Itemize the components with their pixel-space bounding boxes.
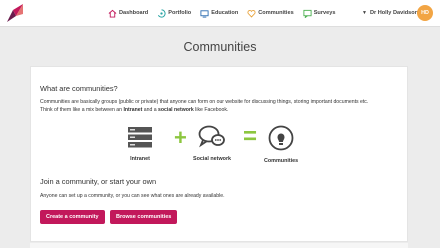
nav-item-label: Dashboard bbox=[119, 10, 149, 16]
heart-icon bbox=[247, 9, 256, 18]
social-network-term: social network bbox=[158, 107, 194, 114]
server-icon bbox=[128, 127, 152, 148]
portfolio-icon bbox=[158, 8, 166, 18]
chat-bubbles-icon bbox=[198, 125, 225, 148]
nav-item-label: Communities bbox=[258, 10, 294, 16]
lightbulb-icon bbox=[268, 125, 294, 151]
communities-illustration: Communities bbox=[264, 125, 298, 164]
caret-down-icon: ▼ bbox=[362, 10, 367, 16]
top-navigation-bar: Dashboard Portfolio Education Communitie… bbox=[0, 0, 440, 27]
intranet-label: Intranet bbox=[130, 156, 150, 162]
communities-label: Communities bbox=[264, 158, 299, 164]
about-paragraph: Communities are basically groups (public… bbox=[40, 98, 406, 115]
about-heading: What are communities? bbox=[40, 84, 118, 93]
about-text-1: Communities are basically groups (public… bbox=[40, 99, 369, 105]
communities-card: What are communities? Communities are ba… bbox=[30, 66, 408, 242]
user-menu[interactable]: ▼ Dr Holly Davidson bbox=[362, 0, 418, 26]
intranet-term: Intranet bbox=[123, 107, 143, 114]
about-text-4: like Facebook. bbox=[193, 107, 229, 114]
about-text-3: and a bbox=[142, 107, 159, 114]
nav-item-label: Surveys bbox=[313, 10, 336, 16]
avatar[interactable]: HD bbox=[417, 5, 433, 21]
main-nav: Dashboard Portfolio Education Communitie… bbox=[108, 0, 344, 26]
nav-item-label: Education bbox=[211, 10, 239, 16]
about-text-2: Think of them like a mix between an bbox=[40, 107, 124, 114]
logo-icon[interactable] bbox=[7, 4, 23, 22]
user-name: Dr Holly Davidson bbox=[369, 10, 419, 16]
page-title: Communities bbox=[183, 40, 257, 54]
home-icon bbox=[108, 9, 117, 18]
create-community-button[interactable]: Create a community bbox=[40, 210, 105, 224]
join-description: Anyone can set up a community, or you ca… bbox=[40, 193, 225, 199]
equals-symbol: = bbox=[243, 123, 258, 150]
join-heading: Join a community, or start your own bbox=[40, 177, 157, 186]
nav-item-portfolio[interactable]: Portfolio bbox=[157, 8, 192, 18]
nav-item-surveys[interactable]: Surveys bbox=[303, 9, 336, 18]
nav-item-education[interactable]: Education bbox=[200, 9, 238, 18]
social-network-illustration: Social network bbox=[193, 125, 231, 162]
browse-communities-button[interactable]: Browse communities bbox=[110, 210, 178, 224]
nav-item-label: Portfolio bbox=[168, 10, 192, 16]
intranet-illustration: Intranet bbox=[127, 125, 153, 162]
education-icon bbox=[200, 9, 209, 18]
page-footer-strip bbox=[30, 243, 408, 248]
nav-item-dashboard[interactable]: Dashboard bbox=[108, 9, 148, 18]
nav-item-communities[interactable]: Communities bbox=[247, 9, 294, 18]
survey-icon bbox=[303, 9, 312, 18]
social-network-label: Social network bbox=[193, 156, 232, 162]
plus-symbol: + bbox=[174, 125, 187, 150]
